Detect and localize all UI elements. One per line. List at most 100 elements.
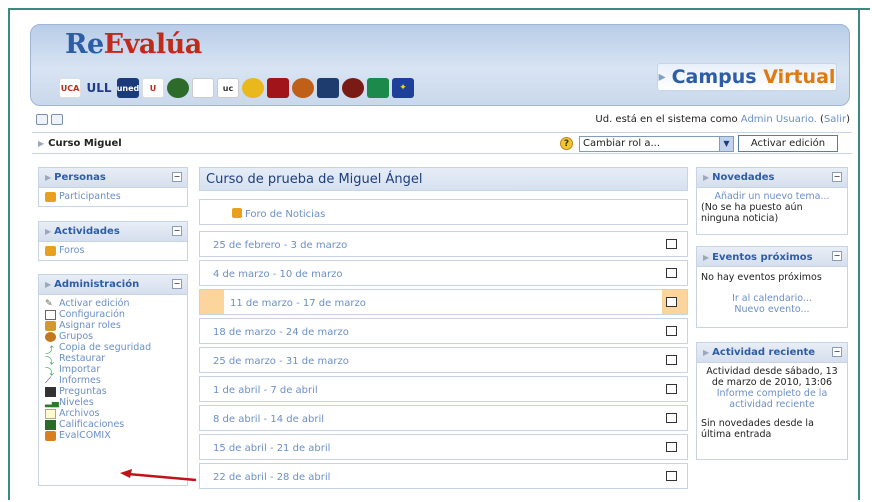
week-label: 1 de abril - 7 de abril xyxy=(213,385,318,396)
forums-link[interactable]: Foros xyxy=(41,245,185,256)
week-highlight-checkbox[interactable] xyxy=(666,239,677,249)
role-select[interactable]: Cambiar rol a... ▼ xyxy=(579,136,734,152)
admin-item-evalcomix[interactable]: EvalCOMIX xyxy=(41,430,185,441)
calendar-link[interactable]: Ir al calendario... xyxy=(701,293,843,304)
collapse-icon[interactable]: − xyxy=(172,172,182,182)
navigation-bar: ▶ Curso Miguel ? Cambiar rol a... ▼ Activ… xyxy=(32,132,852,154)
week-highlight-checkbox[interactable] xyxy=(666,355,677,365)
seal-logo-2 xyxy=(192,78,214,98)
news-forum-row: Foro de Noticias xyxy=(199,199,688,225)
admin-item-configuracion[interactable]: Configuración xyxy=(41,309,185,320)
uc-logo: uc xyxy=(217,78,239,98)
breadcrumb[interactable]: ▶ Curso Miguel xyxy=(38,138,122,149)
ull-logo: ULL xyxy=(86,81,112,95)
header-banner: ReEvalúa UCA ULL uned U uc ✦ ▸ Campus Vi… xyxy=(30,24,850,106)
week-highlight-checkbox[interactable] xyxy=(666,297,677,307)
forum-icon xyxy=(45,245,56,256)
week-row: 18 de marzo - 24 de marzo xyxy=(199,318,688,344)
seal-logo-6 xyxy=(317,78,339,98)
uca-logo: UCA xyxy=(59,78,81,98)
seal-logo-1 xyxy=(167,78,189,98)
news-forum-link[interactable]: Foro de Noticias xyxy=(232,208,325,220)
week-row: 8 de abril - 14 de abril xyxy=(199,405,688,431)
participants-link[interactable]: Participantes xyxy=(41,191,185,202)
people-icon xyxy=(45,191,56,202)
admin-item-grupos[interactable]: Grupos xyxy=(41,331,185,342)
help-icon[interactable]: ? xyxy=(560,137,573,150)
block-actividades: ▶ Actividades − Foros xyxy=(38,221,188,261)
week-label: 8 de abril - 14 de abril xyxy=(213,414,325,425)
contrast-icon[interactable] xyxy=(51,114,63,125)
week-row-current: 11 de marzo - 17 de marzo xyxy=(199,289,688,315)
evalcomix-icon xyxy=(45,430,56,441)
week-row: 25 de febrero - 3 de marzo xyxy=(199,231,688,257)
week-highlight-checkbox[interactable] xyxy=(666,442,677,452)
seal-logo-7 xyxy=(342,78,364,98)
collapse-icon[interactable]: − xyxy=(172,279,182,289)
week-row: 15 de abril - 21 de abril xyxy=(199,434,688,460)
campus-arrow-icon: ▸ xyxy=(658,69,666,85)
block-administracion: ▶ Administración − ✎ Activar edición Config… xyxy=(38,274,188,486)
no-activity-text: Sin novedades desde la última entrada xyxy=(701,418,814,440)
import-icon: ⤵ xyxy=(45,367,55,378)
admin-item-copia-seguridad[interactable]: ⤴ Copia de seguridad xyxy=(41,342,185,356)
admin-item-asignar-roles[interactable]: Asignar roles xyxy=(41,320,185,331)
week-row: 1 de abril - 7 de abril xyxy=(199,376,688,402)
admin-item-niveles[interactable]: ▂▄ Niveles xyxy=(41,397,185,408)
week-row: 25 de marzo - 31 de marzo xyxy=(199,347,688,373)
roles-icon xyxy=(45,320,56,331)
user-login-info: Ud. está en el sistema como Admin Usuari… xyxy=(595,114,850,125)
chevron-down-icon[interactable]: ▼ xyxy=(719,137,733,151)
admin-item-activar-edicion[interactable]: ✎ Activar edición xyxy=(41,298,185,309)
collapse-icon[interactable]: − xyxy=(832,172,842,182)
red-arrow-icon xyxy=(120,469,197,482)
folder-icon xyxy=(45,408,56,419)
admin-item-informes[interactable]: ⟋ Informes xyxy=(41,375,185,386)
week-highlight-checkbox[interactable] xyxy=(666,268,677,278)
uned-logo: uned xyxy=(117,78,139,98)
seal-logo-5 xyxy=(292,78,314,98)
collapse-icon[interactable]: − xyxy=(172,226,182,236)
partner-logos: UCA ULL uned U uc ✦ xyxy=(59,78,414,98)
activity-since-text: Actividad desde sábado, 13 de marzo de 2… xyxy=(706,366,838,388)
add-topic-link[interactable]: Añadir un nuevo tema... xyxy=(701,191,843,202)
week-label: 4 de marzo - 10 de marzo xyxy=(213,269,343,280)
questions-icon xyxy=(45,386,56,397)
zoom-icon[interactable] xyxy=(36,114,48,125)
edit-mode-button[interactable]: Activar edición xyxy=(738,135,838,152)
week-label: 15 de abril - 21 de abril xyxy=(213,443,331,454)
week-label: 18 de marzo - 24 de marzo xyxy=(213,327,349,338)
admin-item-restaurar[interactable]: ⤵ Restaurar xyxy=(41,353,185,367)
week-highlight-checkbox[interactable] xyxy=(666,326,677,336)
document-icon xyxy=(45,309,56,320)
accessibility-icons xyxy=(36,114,63,125)
eu-flag-logo: ✦ xyxy=(392,78,414,98)
university-shield-logo: U xyxy=(142,78,164,98)
no-events-text: No hay eventos próximos xyxy=(701,272,822,283)
week-label: 11 de marzo - 17 de marzo xyxy=(230,298,366,309)
admin-item-archivos[interactable]: Archivos xyxy=(41,408,185,419)
week-highlight-checkbox[interactable] xyxy=(666,471,677,481)
campus-virtual-logo[interactable]: ▸ Campus Virtual xyxy=(657,63,837,91)
admin-item-preguntas[interactable]: Preguntas xyxy=(41,386,185,397)
course-title: Curso de prueba de Miguel Ángel xyxy=(199,167,688,191)
seal-logo-4 xyxy=(267,78,289,98)
week-label: 25 de febrero - 3 de marzo xyxy=(213,240,348,251)
admin-item-importar[interactable]: ⤵ Importar xyxy=(41,364,185,378)
block-personas: ▶ Personas − Participantes xyxy=(38,167,188,207)
collapse-icon[interactable]: − xyxy=(832,251,842,261)
seal-logo-3 xyxy=(242,78,264,98)
restore-icon: ⤵ xyxy=(45,356,55,367)
user-name-link[interactable]: Admin Usuario. xyxy=(741,114,817,125)
week-highlight-checkbox[interactable] xyxy=(666,384,677,394)
full-report-link[interactable]: Informe completo de la actividad recient… xyxy=(701,388,843,410)
logout-link[interactable]: Salir xyxy=(824,114,846,125)
week-highlight-checkbox[interactable] xyxy=(666,413,677,423)
week-row: 22 de abril - 28 de abril xyxy=(199,463,688,489)
collapse-icon[interactable]: − xyxy=(832,347,842,357)
new-event-link[interactable]: Nuevo evento... xyxy=(701,304,843,315)
week-row: 4 de marzo - 10 de marzo xyxy=(199,260,688,286)
pencil-icon: ✎ xyxy=(45,298,53,309)
admin-item-calificaciones[interactable]: Calificaciones xyxy=(41,419,185,430)
grades-icon xyxy=(45,419,56,430)
